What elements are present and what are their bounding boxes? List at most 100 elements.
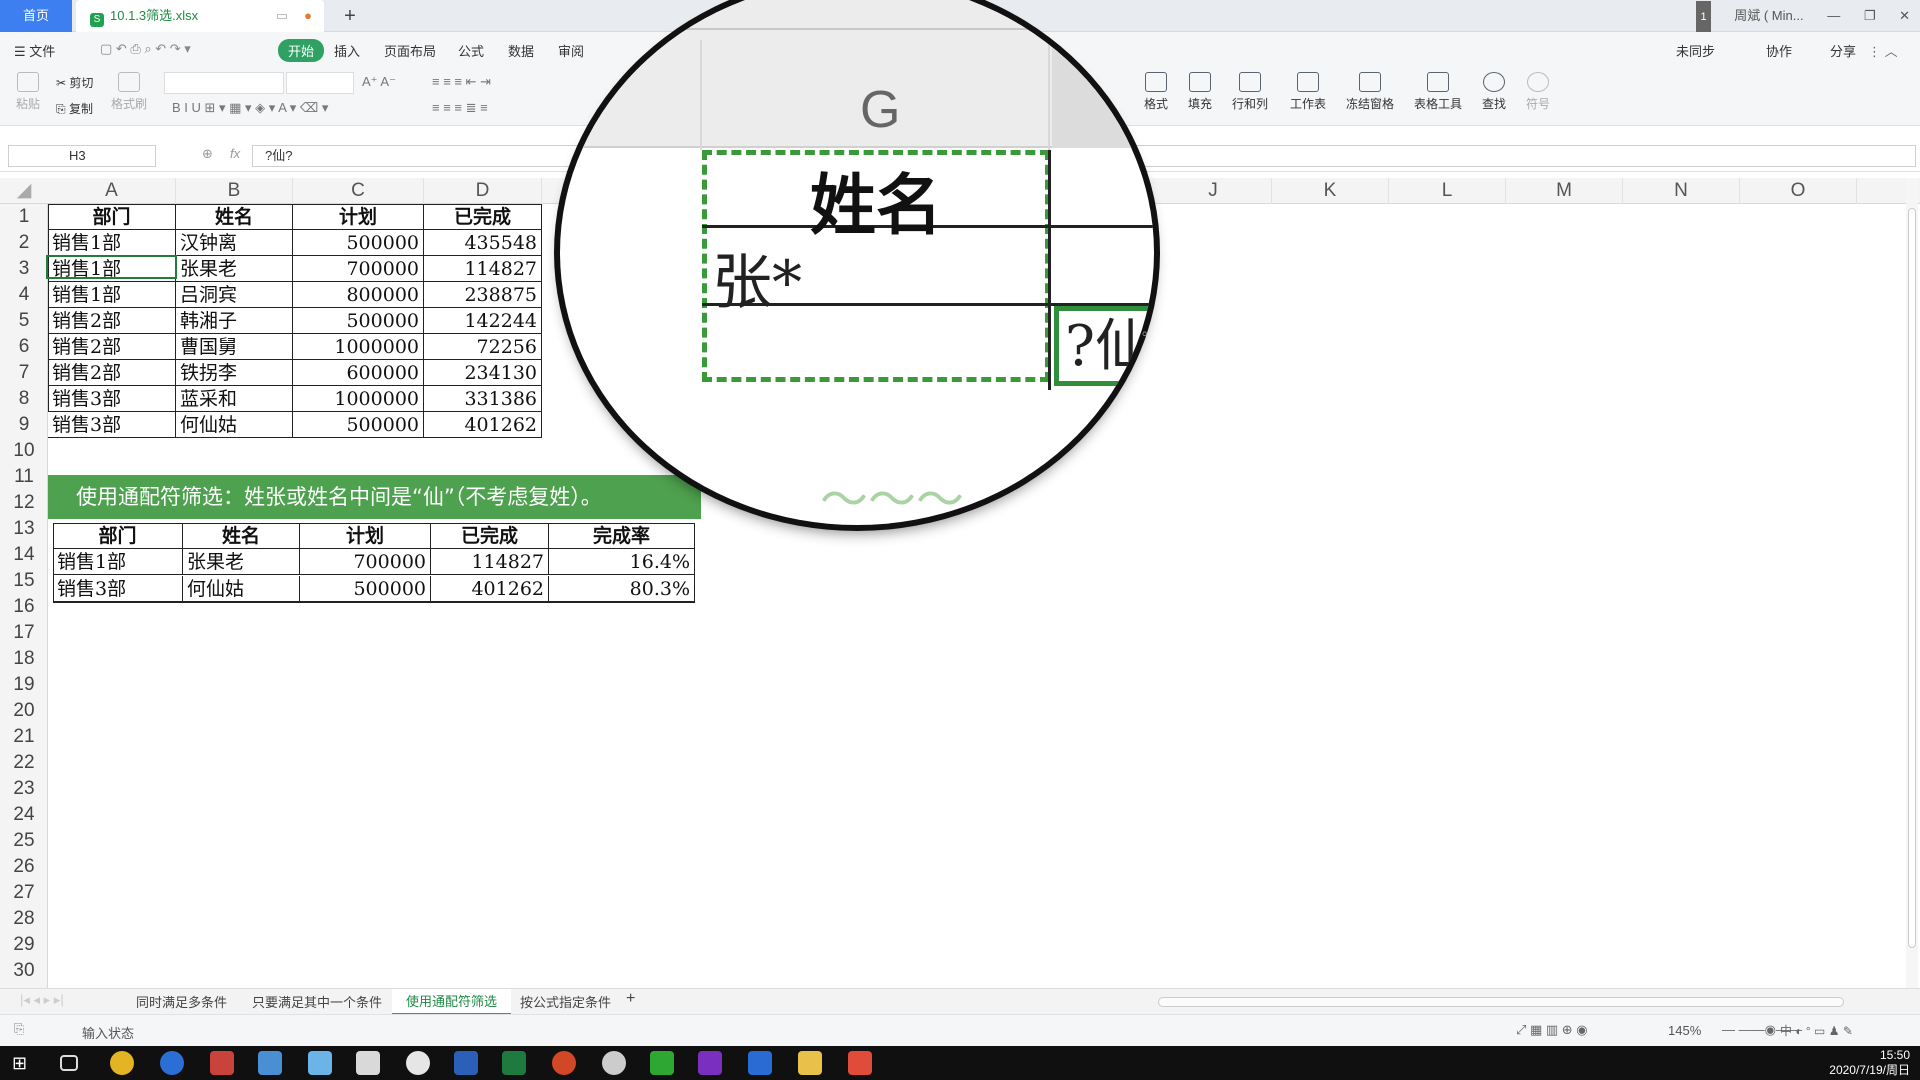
c-app-icon[interactable] <box>848 1051 872 1075</box>
row-header[interactable]: 25 <box>0 828 48 854</box>
row-header[interactable]: 8 <box>0 386 48 412</box>
more-icon[interactable]: ⋮ ︿ <box>1868 41 1898 60</box>
row-header[interactable]: 27 <box>0 880 48 906</box>
col-header-c[interactable]: C <box>293 178 424 204</box>
table1-cell[interactable]: 蓝采和 <box>176 386 293 412</box>
table1-cell[interactable]: 401262 <box>424 412 542 438</box>
table1-cell[interactable]: 销售1部 <box>48 282 176 308</box>
row-header[interactable]: 15 <box>0 568 48 594</box>
row-header[interactable]: 6 <box>0 334 48 360</box>
horizontal-scrollbar[interactable] <box>1158 997 1844 1007</box>
freeze-panes-button[interactable]: 冻结窗格 <box>1346 72 1394 112</box>
col-header-n[interactable]: N <box>1623 178 1740 204</box>
table1-cell[interactable]: 张果老 <box>176 256 293 282</box>
chrome-icon[interactable] <box>110 1051 134 1075</box>
word-icon[interactable] <box>454 1051 478 1075</box>
row-header[interactable]: 5 <box>0 308 48 334</box>
table1-cell[interactable]: 800000 <box>293 282 424 308</box>
network-app-icon[interactable] <box>406 1051 430 1075</box>
task-view-icon[interactable] <box>60 1055 78 1071</box>
col-header-b[interactable]: B <box>176 178 293 204</box>
table2-cell[interactable]: 114827 <box>431 549 549 575</box>
clock[interactable]: 15:50 2020/7/19/周日 <box>1829 1048 1910 1078</box>
zoom-icon[interactable]: ⊕ <box>202 146 213 162</box>
unsaved-dot-icon[interactable]: ● <box>304 0 312 32</box>
menu-page-layout[interactable]: 页面布局 <box>384 41 436 60</box>
row-header[interactable]: 17 <box>0 620 48 646</box>
menu-start[interactable]: 开始 <box>278 39 325 62</box>
sync-status[interactable]: 未同步 <box>1676 41 1715 60</box>
table2-cell[interactable]: 80.3% <box>549 576 695 602</box>
row-header[interactable]: 13 <box>0 516 48 542</box>
col-header-k[interactable]: K <box>1272 178 1389 204</box>
table1-header-cell[interactable]: 计划 <box>293 204 424 230</box>
font-name-select[interactable] <box>164 72 284 94</box>
name-box[interactable]: H3 <box>8 145 156 167</box>
windows-start-icon[interactable]: ⊞ <box>12 1051 36 1075</box>
table2-cell[interactable]: 401262 <box>431 576 549 602</box>
folder-icon[interactable] <box>798 1051 822 1075</box>
table1-cell[interactable]: 500000 <box>293 230 424 256</box>
table2-cell[interactable]: 销售1部 <box>53 549 183 575</box>
align-buttons[interactable]: ≡ ≡ ≡ ≣ ≡ <box>432 100 488 116</box>
window-icon[interactable]: ▭ <box>276 0 288 32</box>
table2-header-cell[interactable]: 已完成 <box>431 523 549 549</box>
onenote-icon[interactable] <box>698 1051 722 1075</box>
symbol-button[interactable]: 符号 <box>1526 72 1550 112</box>
row-header[interactable]: 29 <box>0 932 48 958</box>
vertical-scrollbar[interactable] <box>1906 178 1918 988</box>
table1-cell[interactable]: 销售2部 <box>48 334 176 360</box>
align-top-buttons[interactable]: ≡ ≡ ≡ ⇤ ⇥ <box>432 74 491 90</box>
sheet-tab-1[interactable]: 同时满足多条件 <box>136 992 227 1011</box>
table1-cell[interactable]: 销售2部 <box>48 308 176 334</box>
row-header[interactable]: 20 <box>0 698 48 724</box>
row-header[interactable]: 14 <box>0 542 48 568</box>
new-tab-button[interactable]: + <box>336 0 364 32</box>
row-header[interactable]: 9 <box>0 412 48 438</box>
row-header[interactable]: 23 <box>0 776 48 802</box>
row-header[interactable]: 2 <box>0 230 48 256</box>
calendar-icon[interactable] <box>210 1051 234 1075</box>
table1-cell[interactable]: 238875 <box>424 282 542 308</box>
ime-tray-icons[interactable]: 中 ◐ ° ▭ ♟ ✎ <box>1780 1022 1853 1039</box>
col-header-l[interactable]: L <box>1389 178 1506 204</box>
table1-header-cell[interactable]: 已完成 <box>424 204 542 230</box>
table1-cell[interactable]: 500000 <box>293 412 424 438</box>
file-menu[interactable]: ☰ 文件 <box>14 41 55 60</box>
zoom-level[interactable]: 145% <box>1668 1023 1701 1038</box>
vertical-scroll-thumb[interactable] <box>1908 208 1916 948</box>
row-header[interactable]: 22 <box>0 750 48 776</box>
qq-icon[interactable] <box>602 1051 626 1075</box>
row-header[interactable]: 16 <box>0 594 48 620</box>
table1-cell[interactable]: 142244 <box>424 308 542 334</box>
font-size-buttons[interactable]: A⁺ A⁻ <box>362 74 396 90</box>
table1-header-cell[interactable]: 部门 <box>48 204 176 230</box>
camtasia-icon[interactable] <box>650 1051 674 1075</box>
row-col-button[interactable]: 行和列 <box>1232 72 1268 112</box>
select-all-corner[interactable]: ◢ <box>0 178 48 204</box>
row-header[interactable]: 11 <box>0 464 48 490</box>
minimize-icon[interactable]: — <box>1827 0 1840 32</box>
format-painter-button[interactable]: 格式刷 <box>110 72 148 112</box>
worksheet-button[interactable]: 工作表 <box>1290 72 1326 112</box>
close-icon[interactable]: ✕ <box>1899 0 1910 32</box>
collaborate-button[interactable]: 协作 <box>1766 41 1792 60</box>
quick-access-icons[interactable]: ▢ ↶ ⎙ ⌕ ↶ ↷ ▾ <box>100 41 191 57</box>
fill-button[interactable]: 填充 <box>1188 72 1212 112</box>
row-header[interactable]: 3 <box>0 256 48 282</box>
table2-header-cell[interactable]: 完成率 <box>549 523 695 549</box>
table1-cell[interactable]: 吕洞宾 <box>176 282 293 308</box>
row-header[interactable]: 28 <box>0 906 48 932</box>
chat-icon[interactable] <box>258 1051 282 1075</box>
col-header-j[interactable]: J <box>1155 178 1272 204</box>
sheet-tab-4[interactable]: 按公式指定条件 <box>520 992 611 1011</box>
row-header[interactable]: 19 <box>0 672 48 698</box>
user-account[interactable]: 周斌 ( Min... <box>1734 0 1803 32</box>
menu-data[interactable]: 数据 <box>508 41 534 60</box>
row-header[interactable]: 4 <box>0 282 48 308</box>
table1-cell[interactable]: 铁拐李 <box>176 360 293 386</box>
table1-cell[interactable]: 销售2部 <box>48 360 176 386</box>
sheet-tab-2[interactable]: 只要满足其中一个条件 <box>252 992 382 1011</box>
table1-cell[interactable]: 韩湘子 <box>176 308 293 334</box>
copy-button[interactable]: ⎘ 复制 <box>56 100 93 117</box>
